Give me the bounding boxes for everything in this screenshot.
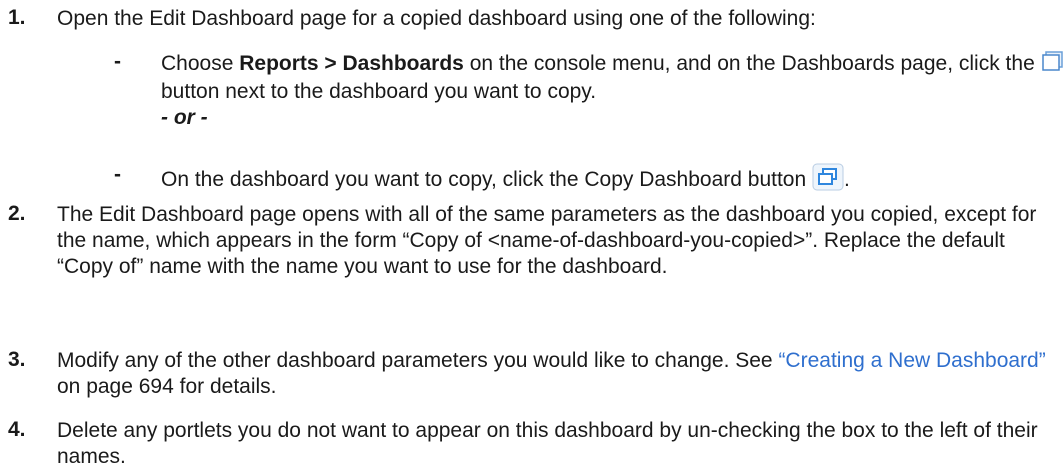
creating-new-dashboard-link[interactable]: “Creating a New Dashboard” <box>778 349 1045 372</box>
copy-icon <box>1041 50 1063 79</box>
copy-dashboard-button-icon <box>812 163 844 198</box>
step-number: 3. <box>8 348 26 371</box>
option-text: On the dashboard you want to copy, click… <box>161 163 1063 198</box>
step-number: 1. <box>8 6 26 29</box>
menu-path: Reports > Dashboards <box>239 52 464 76</box>
bullet-dash: - <box>114 163 121 186</box>
step-number: 4. <box>8 418 26 441</box>
bullet-dash: - <box>114 50 121 73</box>
option-text: Choose Reports > Dashboards on the conso… <box>161 50 1063 131</box>
step-text: Open the Edit Dashboard page for a copie… <box>57 7 816 30</box>
step-text: Delete any portlets you do not want to a… <box>57 419 1038 468</box>
step-text: Modify any of the other dashboard parame… <box>57 349 1046 398</box>
step-number: 2. <box>8 202 26 225</box>
or-separator: - or - <box>161 106 208 129</box>
step-text: The Edit Dashboard page opens with all o… <box>57 203 1037 278</box>
